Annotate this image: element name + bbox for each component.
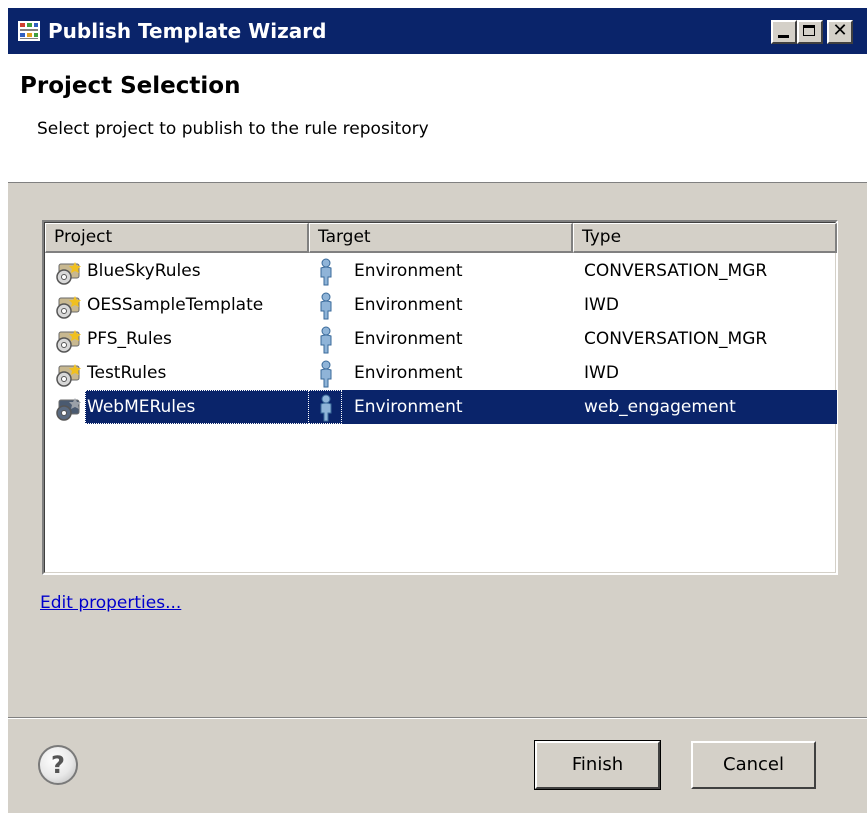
table-row[interactable]: TestRules Environment IWD bbox=[45, 356, 837, 390]
type-value: CONVERSATION_MGR bbox=[584, 329, 768, 349]
column-header-project[interactable]: Project bbox=[45, 223, 309, 253]
project-name: TestRules bbox=[87, 363, 167, 383]
maximize-button[interactable] bbox=[797, 20, 823, 44]
project-gear-icon bbox=[56, 364, 81, 387]
cancel-button-label: Cancel bbox=[723, 754, 784, 775]
project-gear-icon bbox=[56, 262, 81, 285]
person-environment-icon bbox=[320, 292, 332, 320]
publish-template-wizard-window: Publish Template Wizard ✕ Project Select… bbox=[8, 8, 867, 813]
page-description: Select project to publish to the rule re… bbox=[37, 119, 429, 139]
person-environment-icon bbox=[320, 360, 332, 388]
close-button[interactable]: ✕ bbox=[827, 20, 853, 44]
window-title: Publish Template Wizard bbox=[48, 19, 327, 43]
project-gear-icon bbox=[56, 296, 81, 319]
project-gear-icon bbox=[56, 398, 81, 421]
finish-button[interactable]: Finish bbox=[534, 740, 661, 790]
table-row[interactable]: BlueSkyRules Environment CONVERSATION_MGR bbox=[45, 254, 837, 288]
minimize-button[interactable] bbox=[771, 20, 797, 44]
target-value: Environment bbox=[354, 363, 463, 383]
target-value: Environment bbox=[354, 295, 463, 315]
project-name: BlueSkyRules bbox=[87, 261, 201, 281]
table-header: Project Target Type bbox=[45, 223, 837, 253]
finish-button-label: Finish bbox=[571, 754, 624, 775]
edit-properties-link[interactable]: Edit properties... bbox=[40, 592, 181, 614]
project-name: OESSampleTemplate bbox=[87, 295, 264, 315]
minimize-icon bbox=[778, 35, 789, 38]
wizard-app-icon bbox=[18, 21, 40, 41]
type-value: CONVERSATION_MGR bbox=[584, 261, 768, 281]
type-value: IWD bbox=[584, 295, 619, 315]
cancel-button[interactable]: Cancel bbox=[691, 741, 816, 789]
person-environment-icon bbox=[320, 258, 332, 286]
wizard-header: Project Selection Select project to publ… bbox=[8, 54, 867, 183]
project-table[interactable]: Project Target Type BlueSkyRules Environm… bbox=[42, 220, 838, 575]
maximize-icon bbox=[803, 25, 815, 36]
column-header-target[interactable]: Target bbox=[309, 223, 573, 253]
target-value: Environment bbox=[354, 397, 463, 417]
type-value: IWD bbox=[584, 363, 619, 383]
page-title: Project Selection bbox=[20, 73, 241, 99]
type-value: web_engagement bbox=[584, 397, 736, 417]
focus-indicator bbox=[308, 390, 342, 424]
focus-indicator bbox=[85, 390, 309, 424]
column-header-type[interactable]: Type bbox=[573, 223, 837, 253]
title-bar[interactable]: Publish Template Wizard ✕ bbox=[8, 8, 867, 54]
target-value: Environment bbox=[354, 261, 463, 281]
help-button[interactable]: ? bbox=[38, 745, 78, 785]
table-row[interactable]: WebMERules Environment web_engagement bbox=[45, 390, 837, 424]
target-value: Environment bbox=[354, 329, 463, 349]
person-environment-icon bbox=[320, 326, 332, 354]
project-name: PFS_Rules bbox=[87, 329, 172, 349]
project-gear-icon bbox=[56, 330, 81, 353]
table-row[interactable]: OESSampleTemplate Environment IWD bbox=[45, 288, 837, 322]
table-row[interactable]: PFS_Rules Environment CONVERSATION_MGR bbox=[45, 322, 837, 356]
footer-separator bbox=[8, 717, 867, 719]
close-icon: ✕ bbox=[832, 20, 848, 41]
